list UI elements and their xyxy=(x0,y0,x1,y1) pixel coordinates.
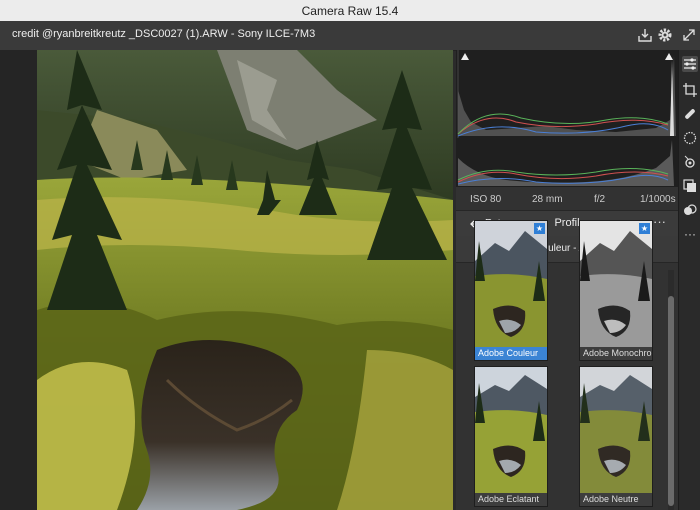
profile-thumb-label: Adobe Monochrome xyxy=(580,347,652,360)
presets-icon[interactable] xyxy=(682,202,698,218)
right-panel: ISO 80 28 mm f/2 1/1000s Retour Profil ·… xyxy=(456,50,678,510)
window-title: Camera Raw 15.4 xyxy=(301,3,399,18)
profile-scrollbar-thumb[interactable] xyxy=(668,296,674,506)
gear-icon[interactable] xyxy=(656,26,674,44)
edit-sliders-icon[interactable] xyxy=(682,56,698,72)
save-icon[interactable] xyxy=(636,26,654,44)
snapshots-icon[interactable] xyxy=(682,178,698,194)
profile-thumb-adobe-monochrome[interactable]: ★ Adobe Monochrome xyxy=(579,220,653,361)
fullscreen-icon[interactable] xyxy=(680,26,698,44)
exif-focal: 28 mm xyxy=(532,193,563,205)
landscape-photo xyxy=(37,50,453,510)
file-info: credit @ryanbreitkreutz _DSC0027 (1).ARW… xyxy=(12,28,316,40)
histogram xyxy=(456,50,678,138)
exif-shutter: 1/1000s xyxy=(640,193,676,205)
profile-thumb-adobe-eclatant[interactable]: Adobe Eclatant xyxy=(474,366,548,507)
redeye-icon[interactable] xyxy=(682,154,698,170)
mask-icon[interactable] xyxy=(682,130,698,146)
left-filmstrip-gutter xyxy=(0,50,37,510)
exif-iso: ISO 80 xyxy=(470,193,502,205)
highlight-clip-icon[interactable] xyxy=(664,52,674,62)
image-canvas[interactable] xyxy=(37,50,453,510)
shadow-clip-icon[interactable] xyxy=(460,52,470,62)
favorite-star-icon[interactable]: ★ xyxy=(534,223,545,234)
profile-thumb-label: Adobe Eclatant xyxy=(475,493,547,506)
more-icon[interactable]: ··· xyxy=(682,226,698,242)
heal-icon[interactable] xyxy=(682,106,698,122)
profile-thumb-label: Adobe Neutre xyxy=(580,493,652,506)
profile-thumb-label: Adobe Couleur xyxy=(475,347,547,360)
profile-thumb-adobe-neutre[interactable]: Adobe Neutre xyxy=(579,366,653,507)
exif-info: ISO 80 28 mm f/2 1/1000s xyxy=(456,188,678,210)
app-header: credit @ryanbreitkreutz _DSC0027 (1).ARW… xyxy=(0,21,700,51)
profile-thumb-adobe-couleur[interactable]: ★ Adobe Couleur xyxy=(474,220,548,361)
ellipsis-icon[interactable]: ··· xyxy=(653,214,666,229)
histogram-lower xyxy=(456,138,678,187)
tool-strip: ··· xyxy=(678,50,700,510)
favorite-star-icon[interactable]: ★ xyxy=(639,223,650,234)
window-title-bar: Camera Raw 15.4 xyxy=(0,0,700,22)
exif-aperture: f/2 xyxy=(594,193,606,205)
crop-icon[interactable] xyxy=(682,82,698,98)
